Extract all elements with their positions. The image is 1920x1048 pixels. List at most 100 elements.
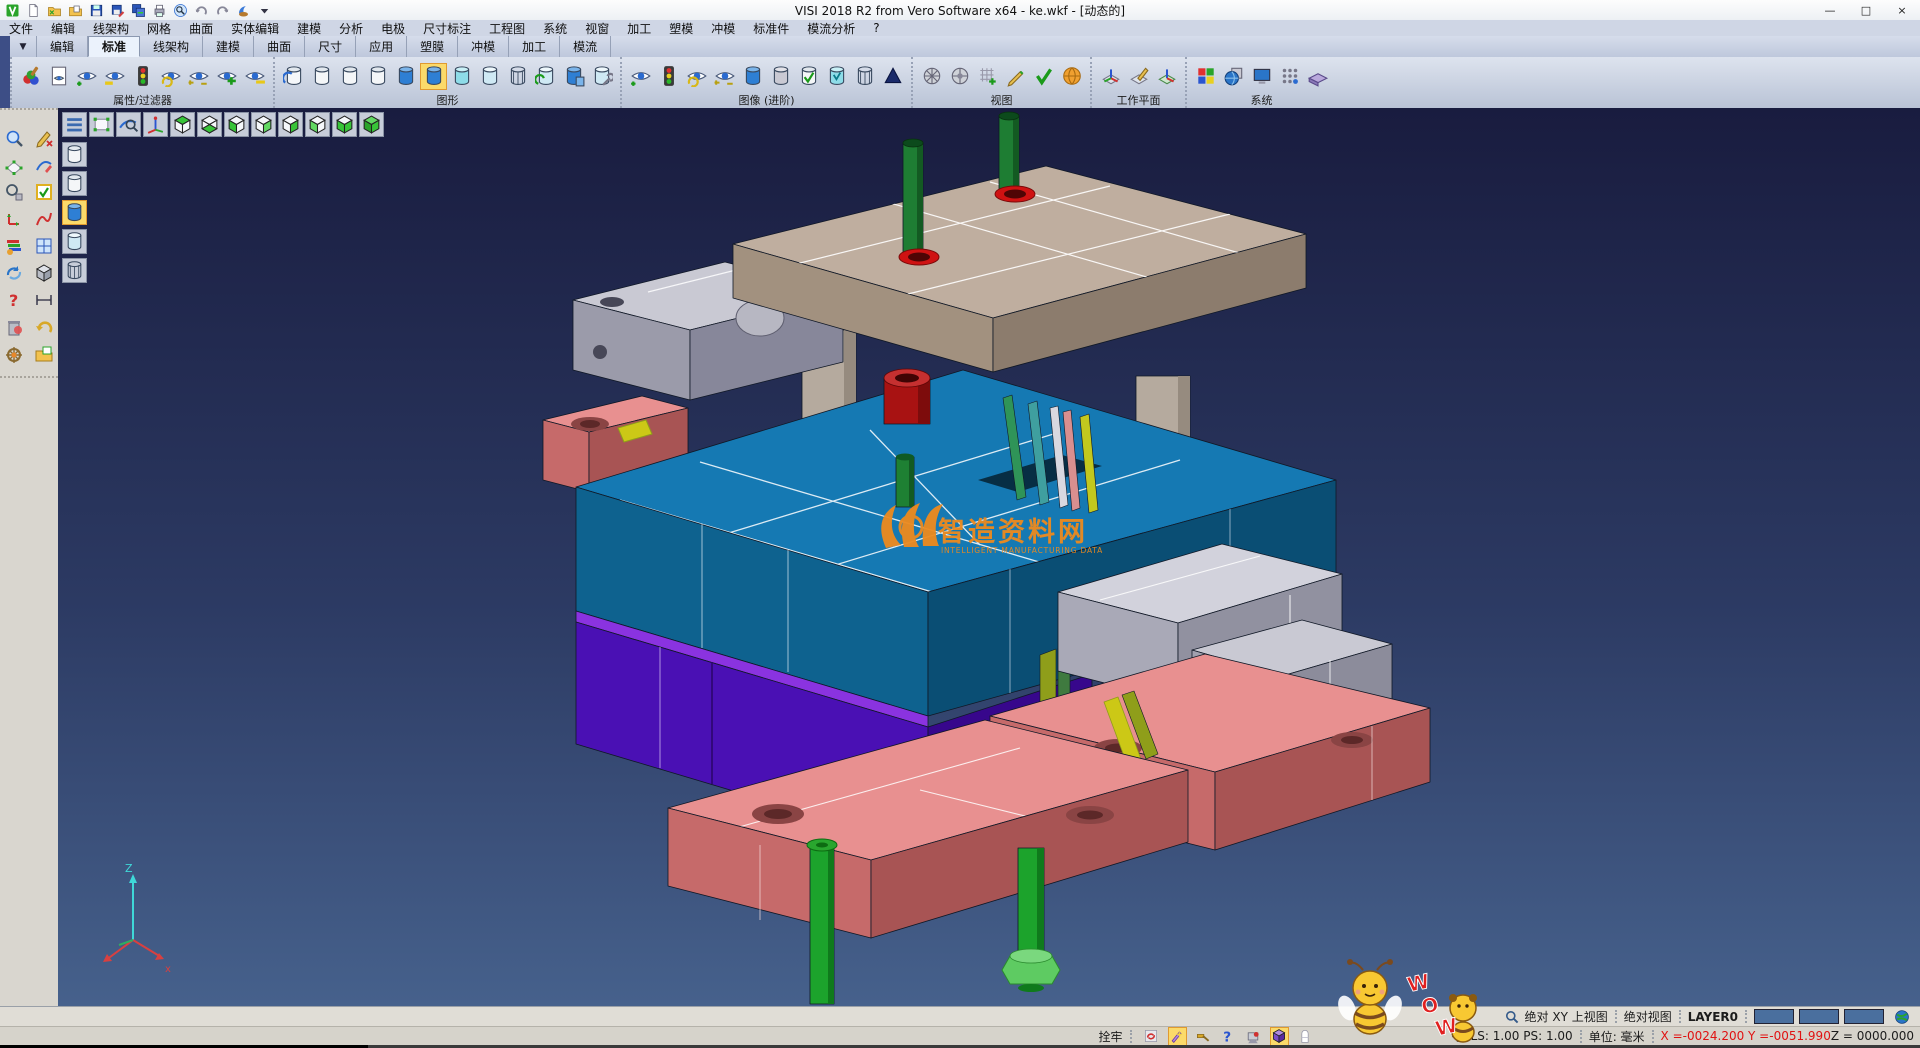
plane-axes-green-icon[interactable] bbox=[1153, 63, 1180, 90]
cyl-selected-icon[interactable] bbox=[420, 63, 447, 90]
eye-add-icon[interactable] bbox=[627, 63, 654, 90]
cyl-blue-icon[interactable] bbox=[739, 63, 766, 90]
tab-冲模[interactable]: 冲模 bbox=[458, 36, 509, 57]
cube-back-icon[interactable] bbox=[251, 112, 276, 137]
slab-purple-icon[interactable] bbox=[1304, 63, 1331, 90]
mold-assembly-canvas[interactable]: 智造资料网 INTELLIGENT MANUFACTURING DATA Z x bbox=[58, 108, 1920, 1006]
orb-orange-icon[interactable] bbox=[1058, 63, 1085, 90]
folder-docs-icon[interactable] bbox=[66, 2, 85, 19]
menu-加工[interactable]: 加工 bbox=[618, 20, 660, 37]
layer-color-swatch[interactable] bbox=[1844, 1009, 1884, 1024]
absolute-view[interactable]: 绝对视图 bbox=[1624, 1008, 1672, 1025]
menu-工程图[interactable]: 工程图 bbox=[480, 20, 534, 37]
menu-塑模[interactable]: 塑模 bbox=[660, 20, 702, 37]
erase-pencil-icon[interactable] bbox=[32, 126, 56, 150]
lock-toggle[interactable]: 拴牢 bbox=[1099, 1028, 1123, 1045]
tab-曲面[interactable]: 曲面 bbox=[254, 36, 305, 57]
eye-add-icon[interactable] bbox=[73, 63, 100, 90]
genie-icon[interactable] bbox=[234, 2, 253, 19]
globe-cube-icon[interactable] bbox=[1220, 63, 1247, 90]
cyl-copy-icon[interactable] bbox=[560, 63, 587, 90]
cyl-outline-render-icon[interactable] bbox=[62, 171, 87, 196]
menu-电极[interactable]: 电极 bbox=[372, 20, 414, 37]
cube-gray-icon[interactable] bbox=[32, 261, 56, 285]
check-filter-icon[interactable] bbox=[32, 180, 56, 204]
plane-frame-icon[interactable] bbox=[2, 153, 26, 177]
cone-dark-icon[interactable] bbox=[879, 63, 906, 90]
eye-minus-icon[interactable] bbox=[241, 63, 268, 90]
cyl-refresh-icon[interactable] bbox=[280, 63, 307, 90]
cyl-wire-render-icon[interactable] bbox=[62, 258, 87, 283]
maximize-button[interactable]: □ bbox=[1848, 1, 1884, 20]
paint-filter-icon[interactable] bbox=[17, 63, 44, 90]
cube-right-icon[interactable] bbox=[278, 112, 303, 137]
current-layer[interactable]: LAYER0 bbox=[1688, 1010, 1738, 1024]
spline-pencil-icon[interactable] bbox=[32, 207, 56, 231]
undo-gold-icon[interactable] bbox=[32, 315, 56, 339]
tab-建模[interactable]: 建模 bbox=[203, 36, 254, 57]
grid-plus-icon[interactable] bbox=[974, 63, 1001, 90]
eye-refresh-icon[interactable] bbox=[683, 63, 710, 90]
cyl-gray-icon[interactable] bbox=[767, 63, 794, 90]
help-red-icon[interactable]: ? bbox=[2, 288, 26, 312]
cyl-cyan2-icon[interactable] bbox=[823, 63, 850, 90]
cube-bottom-icon[interactable] bbox=[197, 112, 222, 137]
cube-front-icon[interactable] bbox=[224, 112, 249, 137]
menu-尺寸标注[interactable]: 尺寸标注 bbox=[414, 20, 480, 37]
tab-尺寸[interactable]: 尺寸 bbox=[305, 36, 356, 57]
layer-color-swatch[interactable] bbox=[1754, 1009, 1794, 1024]
wheel-gray2-icon[interactable] bbox=[946, 63, 973, 90]
menu-模流分析[interactable]: 模流分析 bbox=[798, 20, 864, 37]
save-all-icon[interactable] bbox=[129, 2, 148, 19]
cyl-wire-icon[interactable] bbox=[851, 63, 878, 90]
tab-标准[interactable]: 标准 bbox=[88, 36, 140, 57]
eye-refresh-icon[interactable] bbox=[157, 63, 184, 90]
delete-trash-icon[interactable] bbox=[2, 315, 26, 339]
refresh-blue-icon[interactable] bbox=[2, 261, 26, 285]
eye-plusminus-icon[interactable] bbox=[185, 63, 212, 90]
cube-top-icon[interactable] bbox=[170, 112, 195, 137]
measure-icon[interactable] bbox=[32, 288, 56, 312]
doc-eye-icon[interactable] bbox=[45, 63, 72, 90]
3d-viewport[interactable]: 智造资料网 INTELLIGENT MANUFACTURING DATA Z x bbox=[58, 108, 1920, 1006]
cyl-outline-icon[interactable] bbox=[364, 63, 391, 90]
cyl-cyan-icon[interactable] bbox=[448, 63, 475, 90]
cyl-recycle-icon[interactable] bbox=[532, 63, 559, 90]
wand-icon[interactable] bbox=[1168, 1027, 1187, 1046]
eye-remove-icon[interactable] bbox=[101, 63, 128, 90]
zoom-indicator-icon[interactable] bbox=[1504, 1008, 1521, 1025]
plane-axes-pencil-icon[interactable] bbox=[1125, 63, 1152, 90]
traffic-light-icon[interactable] bbox=[655, 63, 682, 90]
undo-icon[interactable] bbox=[192, 2, 211, 19]
preview-icon[interactable] bbox=[171, 2, 190, 19]
cyl-check-icon[interactable] bbox=[795, 63, 822, 90]
save-icon[interactable] bbox=[87, 2, 106, 19]
window-grid-icon[interactable] bbox=[32, 234, 56, 258]
menu-曲面[interactable]: 曲面 bbox=[180, 20, 222, 37]
globe-icon[interactable] bbox=[1893, 1008, 1910, 1025]
help-icon[interactable]: ? bbox=[1220, 1028, 1237, 1045]
cyl-outline-icon[interactable] bbox=[336, 63, 363, 90]
menu-文件[interactable]: 文件 bbox=[0, 20, 42, 37]
wheel-gray-icon[interactable] bbox=[918, 63, 945, 90]
view-axes-icon[interactable] bbox=[143, 112, 168, 137]
tools-icon[interactable] bbox=[1195, 1028, 1212, 1045]
curve-pencil-icon[interactable] bbox=[32, 153, 56, 177]
cube-se-icon[interactable] bbox=[332, 112, 357, 137]
tab-overflow-button[interactable]: ▼ bbox=[10, 36, 37, 57]
redo-icon[interactable] bbox=[213, 2, 232, 19]
cube-iso-icon[interactable] bbox=[359, 112, 384, 137]
cyl-blue-icon[interactable] bbox=[392, 63, 419, 90]
menu-视窗[interactable]: 视窗 bbox=[576, 20, 618, 37]
cyl-tools-icon[interactable] bbox=[588, 63, 615, 90]
menu-?[interactable]: ? bbox=[864, 21, 888, 35]
folder-open-icon[interactable] bbox=[45, 2, 64, 19]
cyl-outline-render-icon[interactable] bbox=[62, 142, 87, 167]
menu-系统[interactable]: 系统 bbox=[534, 20, 576, 37]
glove-icon[interactable] bbox=[1297, 1028, 1314, 1045]
view-dynamic-icon[interactable] bbox=[116, 112, 141, 137]
plane-axes-red-icon[interactable] bbox=[1097, 63, 1124, 90]
view-orientation[interactable]: 绝对 XY 上视图 bbox=[1525, 1008, 1608, 1025]
solid-mode-icon[interactable] bbox=[1270, 1027, 1289, 1046]
zoom-solid-icon[interactable] bbox=[2, 180, 26, 204]
